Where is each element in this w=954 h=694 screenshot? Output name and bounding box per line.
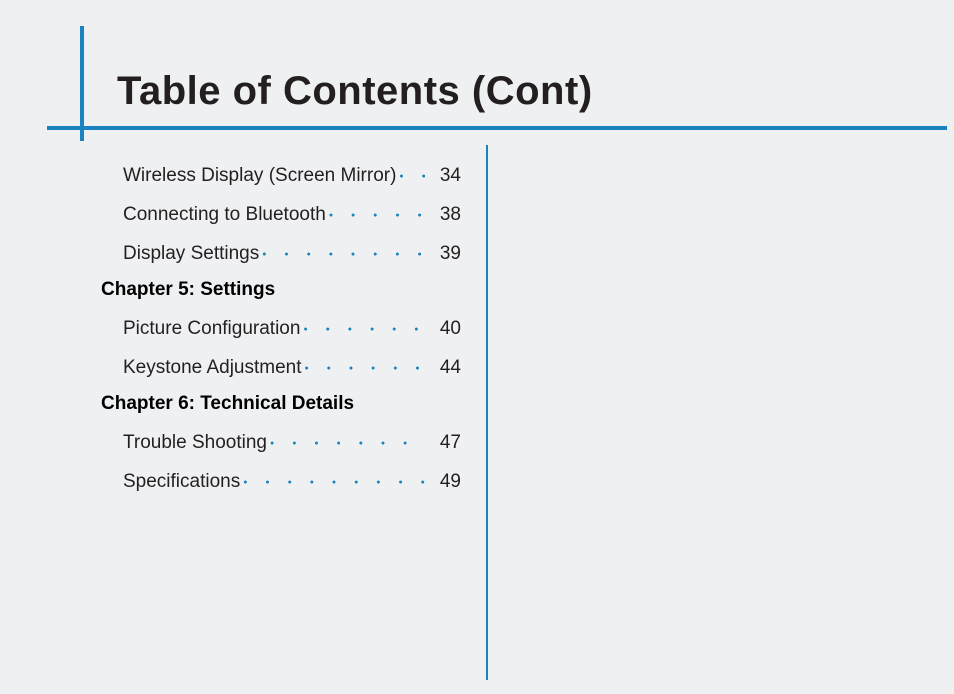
toc-item: Trouble Shooting 47 (101, 429, 461, 454)
toc-chapter-label: Chapter 6: Technical Details (101, 393, 354, 415)
toc-item-page: 44 (431, 357, 461, 379)
toc-item: Picture Configuration 40 (101, 315, 461, 340)
toc-leader-dots (270, 429, 425, 448)
toc-item: Keystone Adjustment 44 (101, 354, 461, 379)
toc-item-page: 40 (431, 318, 461, 340)
toc-leader-dots (262, 240, 425, 259)
rule-horizontal (47, 126, 947, 130)
table-of-contents: Wireless Display (Screen Mirror) 34 Conn… (101, 162, 461, 507)
toc-item: Wireless Display (Screen Mirror) 34 (101, 162, 461, 187)
toc-chapter-label: Chapter 5: Settings (101, 279, 275, 301)
toc-leader-dots (303, 315, 425, 334)
toc-item-label: Picture Configuration (123, 318, 300, 340)
toc-item-page: 39 (431, 243, 461, 265)
toc-leader-dots (305, 354, 426, 373)
toc-item-label: Keystone Adjustment (123, 357, 302, 379)
page: Table of Contents (Cont) Wireless Displa… (0, 0, 954, 694)
toc-leader-dots (329, 201, 425, 220)
toc-item-label: Display Settings (123, 243, 259, 265)
toc-item: Display Settings 39 (101, 240, 461, 265)
toc-leader-dots (243, 468, 425, 487)
toc-item-page: 34 (431, 165, 461, 187)
rule-vertical-middle (486, 145, 488, 680)
toc-chapter-heading: Chapter 6: Technical Details (101, 393, 461, 415)
toc-item-page: 47 (431, 432, 461, 454)
toc-chapter-heading: Chapter 5: Settings (101, 279, 461, 301)
page-title: Table of Contents (Cont) (117, 69, 917, 114)
toc-item-page: 38 (431, 204, 461, 226)
toc-item-page: 49 (431, 471, 461, 493)
toc-item: Specifications 49 (101, 468, 461, 493)
toc-item-label: Connecting to Bluetooth (123, 204, 326, 226)
rule-vertical-left (80, 26, 84, 141)
toc-leader-dots (399, 162, 425, 181)
toc-item-label: Trouble Shooting (123, 432, 267, 454)
toc-item-label: Specifications (123, 471, 240, 493)
toc-item-label: Wireless Display (Screen Mirror) (123, 165, 396, 187)
page-title-area: Table of Contents (Cont) (117, 69, 917, 114)
toc-item: Connecting to Bluetooth 38 (101, 201, 461, 226)
